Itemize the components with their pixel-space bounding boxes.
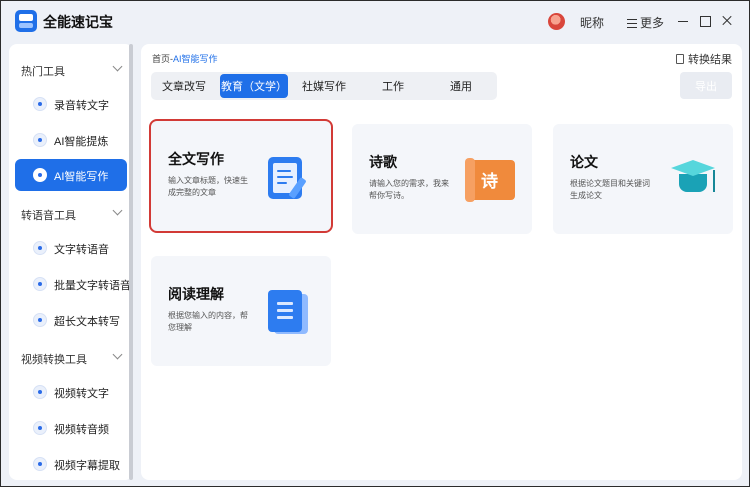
sidebar-item-label: 超长文本转写 — [54, 316, 120, 328]
convert-result-label: 转换结果 — [688, 54, 732, 66]
group-label: 视频转换工具 — [21, 354, 87, 366]
ai-extract-icon — [33, 133, 47, 147]
group-speech-tools[interactable]: 转语音工具 — [9, 204, 133, 224]
ai-writing-icon — [33, 168, 47, 182]
sidebar: 热门工具 录音转文字 AI智能提炼 AI智能写作 转语音工具 文字转语音 批量文… — [9, 44, 133, 480]
card-desc: 根据论文题目和关键词生成论文 — [570, 179, 650, 200]
title-bar: 全能速记宝 昵称 更多 — [1, 1, 749, 41]
app-logo-icon — [15, 10, 37, 32]
card-title: 阅读理解 — [168, 286, 224, 302]
card-title: 论文 — [570, 154, 598, 170]
chevron-down-icon — [112, 61, 123, 72]
sidebar-item-label: AI智能写作 — [54, 171, 109, 183]
sidebar-item-text-to-speech[interactable]: 文字转语音 — [15, 232, 127, 264]
group-video-tools[interactable]: 视频转换工具 — [9, 348, 133, 368]
document-icon — [676, 54, 684, 64]
batch-icon — [33, 277, 47, 291]
sidebar-item-label: 文字转语音 — [54, 244, 109, 256]
poem-scroll-icon: 诗 — [465, 158, 519, 204]
sidebar-item-label: 批量文字转语音 — [54, 280, 131, 292]
sidebar-item-video-to-text[interactable]: 视频转文字 — [15, 376, 127, 408]
avatar[interactable] — [548, 13, 565, 30]
sidebar-item-label: 录音转文字 — [54, 100, 109, 112]
minimize-button[interactable] — [675, 13, 691, 29]
sidebar-item-label: 视频字幕提取 — [54, 460, 120, 472]
group-label: 热门工具 — [21, 66, 65, 78]
chevron-down-icon — [112, 205, 123, 216]
tab-label: 教育（文学） — [221, 81, 287, 93]
tab-label: 社媒写作 — [302, 81, 346, 93]
subtitle-icon — [33, 457, 47, 471]
sidebar-item-batch-text-to-speech[interactable]: 批量文字转语音 — [15, 268, 131, 300]
card-thesis[interactable]: 论文 根据论文题目和关键词生成论文 — [553, 124, 733, 234]
card-poetry[interactable]: 诗歌 请输入您的需求，我来帮你写诗。 诗 — [352, 124, 532, 234]
category-tabs: 文章改写 教育（文学） 社媒写作 工作 通用 — [151, 72, 497, 100]
card-reading-comprehension[interactable]: 阅读理解 根据您输入的内容，帮您理解 — [151, 256, 331, 366]
app-window: 全能速记宝 昵称 更多 热门工具 录音转文字 AI智能提炼 AI智能写作 转语音… — [0, 0, 750, 487]
sidebar-item-long-text[interactable]: 超长文本转写 — [15, 304, 127, 336]
breadcrumb: 首页-AI智能写作 — [152, 52, 218, 65]
export-button[interactable]: 导出 — [680, 72, 732, 99]
more-menu-button[interactable]: 更多 — [627, 14, 664, 31]
group-label: 转语音工具 — [21, 210, 76, 222]
sidebar-item-subtitle-extract[interactable]: 视频字幕提取 — [15, 448, 127, 480]
sidebar-scrollbar[interactable] — [129, 44, 133, 480]
card-title: 诗歌 — [369, 154, 397, 170]
breadcrumb-home[interactable]: 首页 — [152, 54, 170, 64]
book-icon — [268, 290, 312, 336]
close-button[interactable] — [719, 13, 735, 29]
tab-article-rewrite[interactable]: 文章改写 — [155, 74, 213, 98]
graduation-cap-icon — [665, 158, 721, 202]
notebook-pen-icon — [268, 155, 310, 201]
main-panel: 首页-AI智能写作 转换结果 文章改写 教育（文学） 社媒写作 工作 通用 导出… — [141, 44, 742, 480]
video-icon — [33, 385, 47, 399]
sidebar-item-label: AI智能提炼 — [54, 136, 109, 148]
tab-label: 文章改写 — [162, 81, 206, 93]
mic-icon — [33, 97, 47, 111]
music-icon — [33, 421, 47, 435]
tab-label: 通用 — [450, 81, 472, 93]
tab-social-writing[interactable]: 社媒写作 — [294, 74, 354, 98]
poem-glyph: 诗 — [481, 172, 498, 191]
sidebar-item-label: 视频转文字 — [54, 388, 109, 400]
menu-icon — [627, 19, 637, 28]
sidebar-item-audio-to-text[interactable]: 录音转文字 — [15, 88, 127, 120]
speaker-icon — [33, 241, 47, 255]
tab-label: 工作 — [382, 81, 404, 93]
tab-general[interactable]: 通用 — [431, 74, 491, 98]
card-desc: 根据您输入的内容，帮您理解 — [168, 311, 248, 332]
nickname[interactable]: 昵称 — [580, 14, 604, 31]
maximize-button[interactable] — [697, 13, 713, 29]
card-title: 全文写作 — [168, 151, 224, 167]
card-desc: 请输入您的需求，我来帮你写诗。 — [369, 179, 449, 200]
card-full-writing[interactable]: 全文写作 输入文章标题，快速生成完整的文章 — [149, 119, 333, 233]
sidebar-item-label: 视频转音频 — [54, 424, 109, 436]
tab-education[interactable]: 教育（文学） — [220, 74, 288, 98]
group-hot-tools[interactable]: 热门工具 — [9, 60, 133, 80]
tab-work[interactable]: 工作 — [363, 74, 423, 98]
sidebar-item-video-to-audio[interactable]: 视频转音频 — [15, 412, 127, 444]
card-desc: 输入文章标题，快速生成完整的文章 — [168, 176, 248, 197]
sidebar-item-ai-writing[interactable]: AI智能写作 — [15, 159, 127, 191]
app-title: 全能速记宝 — [43, 14, 113, 30]
chevron-down-icon — [112, 349, 123, 360]
convert-result-button[interactable]: 转换结果 — [676, 51, 732, 67]
breadcrumb-current: AI智能写作 — [173, 54, 218, 64]
more-label: 更多 — [640, 16, 665, 30]
long-text-icon — [33, 313, 47, 327]
sidebar-item-ai-extract[interactable]: AI智能提炼 — [15, 124, 127, 156]
